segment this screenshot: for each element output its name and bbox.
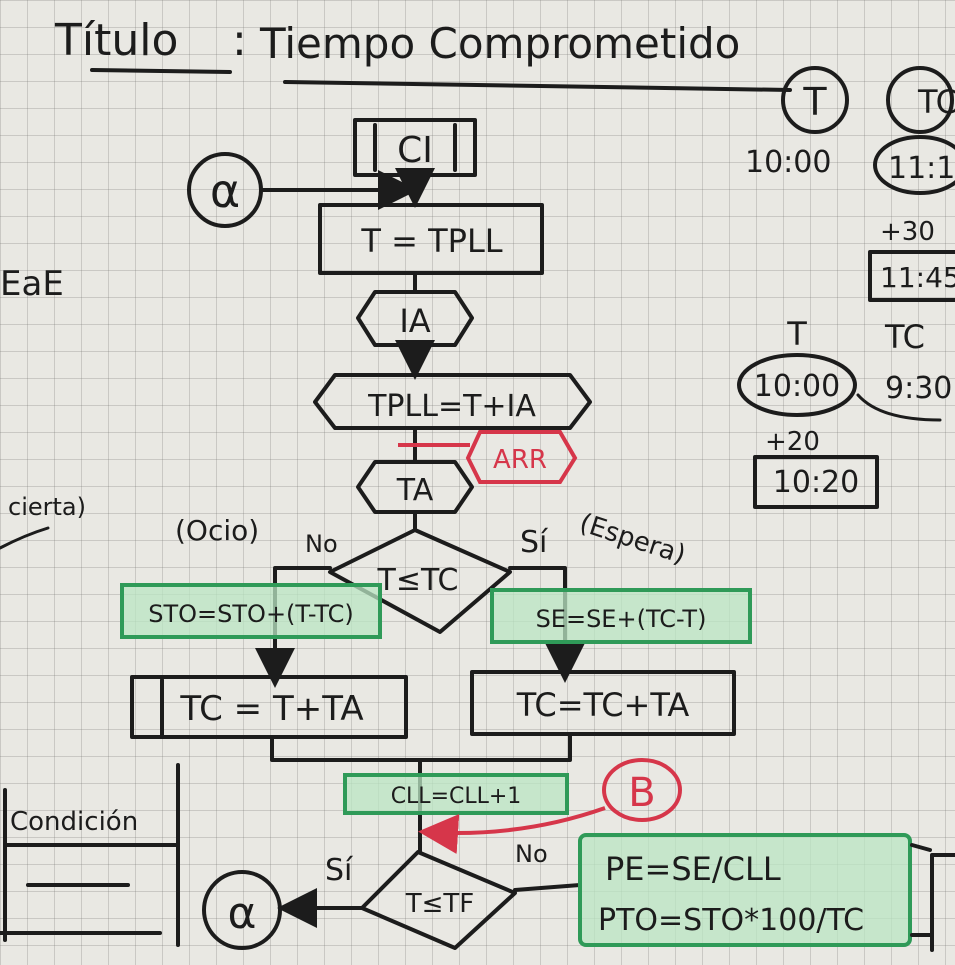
whiteboard: Título : Tiempo Comprometido EaE cierta)… xyxy=(0,15,955,952)
tc-left-label: TC = T+TA xyxy=(179,689,363,729)
tc-right-label: TC=TC+TA xyxy=(516,686,690,724)
ia-label: IA xyxy=(399,302,430,340)
condicion-label: Condición xyxy=(10,807,138,837)
si-left-label: Sí xyxy=(325,853,354,888)
connector-alpha-in-label: α xyxy=(210,164,240,218)
example-t2-label: T xyxy=(786,315,807,353)
assign-t-tpll-label: T = TPLL xyxy=(360,222,502,260)
espera-label: (Espera) xyxy=(576,508,689,570)
line-to-results xyxy=(513,883,582,892)
results-bracket xyxy=(910,843,932,937)
pe-label: PE=SE/CLL xyxy=(605,850,781,888)
no-right-label: No xyxy=(515,840,548,868)
decision-t-le-tf-label: T≤TF xyxy=(405,889,475,919)
title-label: Título xyxy=(54,15,178,66)
decision-t-le-tc-label: T≤TC xyxy=(377,563,459,598)
no-left-label: No xyxy=(305,530,338,558)
eae-label: EaE xyxy=(0,264,64,304)
start-label: CI xyxy=(397,130,433,171)
arr-label: ARR xyxy=(493,445,547,475)
example-plus30: +30 xyxy=(880,217,935,247)
example-tc1: 11:15 xyxy=(888,151,955,186)
title-colon: : xyxy=(232,15,247,66)
offscreen-box-edge xyxy=(930,853,955,952)
example-tc1b: 11:45 xyxy=(880,261,955,294)
example-tc2: 9:30 xyxy=(885,371,952,406)
se-label: SE=SE+(TC-T) xyxy=(536,605,707,633)
example-tc-label: TC xyxy=(917,83,955,121)
margin-stroke xyxy=(0,526,50,550)
example-t-label: T xyxy=(802,80,827,124)
tpll-update-label: TPLL=T+IA xyxy=(367,389,536,424)
example-plus20: +20 xyxy=(765,427,820,457)
cll-label: CLL=CLL+1 xyxy=(391,784,522,809)
example-tc2-label: TC xyxy=(884,318,925,356)
pto-label: PTO=STO*100/TC xyxy=(598,903,864,938)
ta-label: TA xyxy=(396,473,434,508)
title-underline-2 xyxy=(283,80,792,92)
example-t2: 10:00 xyxy=(754,369,840,404)
si-right-label: Sí xyxy=(520,525,549,560)
example-t2b: 10:20 xyxy=(773,465,859,500)
sto-label: STO=STO+(T-TC) xyxy=(148,600,353,628)
connector-alpha-out-label: α xyxy=(227,888,256,939)
title-underline-1 xyxy=(90,68,232,74)
title-text: Tiempo Comprometido xyxy=(259,19,740,68)
cierta-label: cierta) xyxy=(8,493,86,521)
ocio-label: (Ocio) xyxy=(175,514,259,547)
connector-b-label: B xyxy=(628,770,655,816)
example-t1: 10:00 xyxy=(745,145,831,180)
